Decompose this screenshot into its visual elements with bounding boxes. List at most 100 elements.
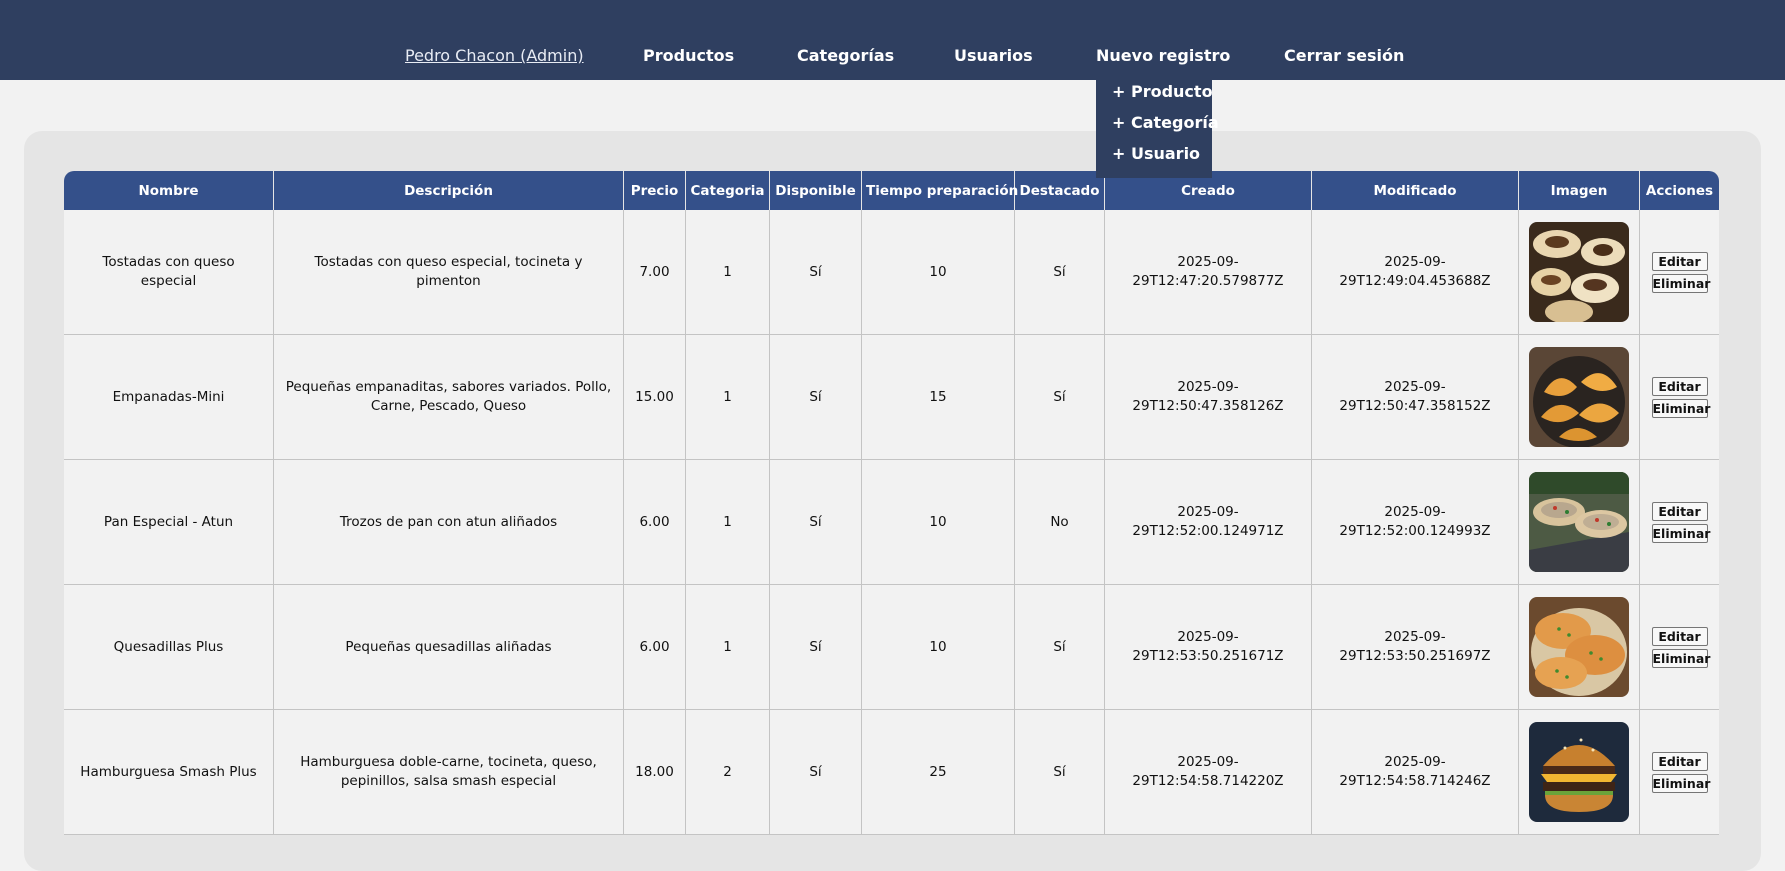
hamburguesa-photo <box>1529 722 1629 822</box>
delete-button[interactable]: Eliminar <box>1651 273 1710 293</box>
header-imagen: Imagen <box>1519 171 1640 210</box>
top-navbar: Pedro Chacon (Admin) Productos Categoría… <box>0 0 1785 80</box>
cell-modificado: 2025-09-29T12:49:04.453688Z <box>1312 210 1519 335</box>
cell-categoria: 2 <box>686 710 770 835</box>
nav-usuarios[interactable]: Usuarios <box>954 46 1033 65</box>
delete-button[interactable]: Eliminar <box>1651 398 1710 418</box>
tostadas-photo <box>1529 222 1629 322</box>
table-row: Hamburguesa Smash Plus Hamburguesa doble… <box>64 710 1719 835</box>
cell-tiempo: 25 <box>862 710 1015 835</box>
cell-descripcion: Pequeñas empanaditas, sabores variados. … <box>274 335 624 460</box>
cell-categoria: 1 <box>686 210 770 335</box>
products-table: Nombre Descripción Precio Categoria Disp… <box>64 171 1719 835</box>
cell-acciones: Editar Eliminar <box>1640 210 1719 335</box>
cell-modificado: 2025-09-29T12:52:00.124993Z <box>1312 460 1519 585</box>
dropdown-nueva-categoria[interactable]: + Categoría <box>1112 113 1219 132</box>
header-acciones: Acciones <box>1640 171 1719 210</box>
nav-cerrar-sesion[interactable]: Cerrar sesión <box>1284 46 1404 65</box>
cell-modificado: 2025-09-29T12:50:47.358152Z <box>1312 335 1519 460</box>
delete-button[interactable]: Eliminar <box>1651 648 1710 668</box>
header-nombre[interactable]: Nombre <box>64 171 274 210</box>
cell-acciones: Editar Eliminar <box>1640 710 1719 835</box>
cell-creado: 2025-09-29T12:54:58.714220Z <box>1105 710 1312 835</box>
cell-acciones: Editar Eliminar <box>1640 460 1719 585</box>
cell-descripcion: Tostadas con queso especial, tocineta y … <box>274 210 624 335</box>
empanadas-photo <box>1529 347 1629 447</box>
nav-categorias[interactable]: Categorías <box>797 46 894 65</box>
cell-descripcion: Pequeñas quesadillas aliñadas <box>274 585 624 710</box>
cell-destacado: Sí <box>1015 585 1105 710</box>
cell-creado: 2025-09-29T12:47:20.579877Z <box>1105 210 1312 335</box>
edit-button[interactable]: Editar <box>1651 751 1708 771</box>
table-body: Tostadas con queso especial Tostadas con… <box>64 210 1719 835</box>
dropdown-nuevo-producto[interactable]: + Producto <box>1112 82 1213 101</box>
cell-nombre: Hamburguesa Smash Plus <box>64 710 274 835</box>
cell-categoria: 1 <box>686 460 770 585</box>
cell-disponible: Sí <box>770 710 862 835</box>
cell-disponible: Sí <box>770 210 862 335</box>
table-row: Tostadas con queso especial Tostadas con… <box>64 210 1719 335</box>
table-row: Empanadas-Mini Pequeñas empanaditas, sab… <box>64 335 1719 460</box>
cell-disponible: Sí <box>770 335 862 460</box>
cell-destacado: Sí <box>1015 210 1105 335</box>
cell-categoria: 1 <box>686 585 770 710</box>
nuevo-registro-dropdown: + Producto + Categoría + Usuario <box>1096 80 1219 178</box>
dropdown-nuevo-usuario[interactable]: + Usuario <box>1112 144 1200 163</box>
cell-precio: 15.00 <box>624 335 686 460</box>
cell-precio: 6.00 <box>624 460 686 585</box>
header-tiempo-preparacion[interactable]: Tiempo preparación <box>862 171 1018 210</box>
cell-destacado: No <box>1015 460 1105 585</box>
cell-imagen <box>1519 335 1640 460</box>
cell-nombre: Pan Especial - Atun <box>64 460 274 585</box>
cell-descripcion: Hamburguesa doble-carne, tocineta, queso… <box>274 710 624 835</box>
table-row: Quesadillas Plus Pequeñas quesadillas al… <box>64 585 1719 710</box>
cell-tiempo: 10 <box>862 210 1015 335</box>
table-header: Nombre Descripción Precio Categoria Disp… <box>64 171 1719 210</box>
table-row: Pan Especial - Atun Trozos de pan con at… <box>64 460 1719 585</box>
main-nav: Pedro Chacon (Admin) Productos Categoría… <box>0 46 1785 66</box>
header-modificado[interactable]: Modificado <box>1312 171 1519 210</box>
cell-imagen <box>1519 585 1640 710</box>
cell-modificado: 2025-09-29T12:54:58.714246Z <box>1312 710 1519 835</box>
cell-tiempo: 10 <box>862 585 1015 710</box>
cell-descripcion: Trozos de pan con atun aliñados <box>274 460 624 585</box>
cell-modificado: 2025-09-29T12:53:50.251697Z <box>1312 585 1519 710</box>
edit-button[interactable]: Editar <box>1651 626 1708 646</box>
cell-categoria: 1 <box>686 335 770 460</box>
cell-precio: 18.00 <box>624 710 686 835</box>
cell-tiempo: 15 <box>862 335 1015 460</box>
delete-button[interactable]: Eliminar <box>1651 773 1710 793</box>
header-precio[interactable]: Precio <box>624 171 686 210</box>
cell-acciones: Editar Eliminar <box>1640 585 1719 710</box>
cell-imagen <box>1519 710 1640 835</box>
cell-precio: 6.00 <box>624 585 686 710</box>
quesadillas-photo <box>1529 597 1629 697</box>
edit-button[interactable]: Editar <box>1651 251 1708 271</box>
cell-creado: 2025-09-29T12:50:47.358126Z <box>1105 335 1312 460</box>
delete-button[interactable]: Eliminar <box>1651 523 1710 543</box>
cell-disponible: Sí <box>770 585 862 710</box>
header-disponible[interactable]: Disponible <box>770 171 862 210</box>
edit-button[interactable]: Editar <box>1651 376 1708 396</box>
cell-destacado: Sí <box>1015 335 1105 460</box>
cell-creado: 2025-09-29T12:52:00.124971Z <box>1105 460 1312 585</box>
cell-nombre: Quesadillas Plus <box>64 585 274 710</box>
header-descripcion[interactable]: Descripción <box>274 171 624 210</box>
cell-acciones: Editar Eliminar <box>1640 335 1719 460</box>
nav-nuevo-registro[interactable]: Nuevo registro <box>1096 46 1230 65</box>
header-destacado[interactable]: Destacado <box>1015 171 1105 210</box>
cell-tiempo: 10 <box>862 460 1015 585</box>
header-categoria[interactable]: Categoria <box>686 171 770 210</box>
cell-disponible: Sí <box>770 460 862 585</box>
cell-imagen <box>1519 210 1640 335</box>
nav-user-link[interactable]: Pedro Chacon (Admin) <box>405 46 584 65</box>
nav-productos[interactable]: Productos <box>643 46 734 65</box>
cell-precio: 7.00 <box>624 210 686 335</box>
cell-imagen <box>1519 460 1640 585</box>
cell-destacado: Sí <box>1015 710 1105 835</box>
cell-nombre: Empanadas-Mini <box>64 335 274 460</box>
edit-button[interactable]: Editar <box>1651 501 1708 521</box>
cell-nombre: Tostadas con queso especial <box>64 210 274 335</box>
cell-creado: 2025-09-29T12:53:50.251671Z <box>1105 585 1312 710</box>
pan-atun-photo <box>1529 472 1629 572</box>
